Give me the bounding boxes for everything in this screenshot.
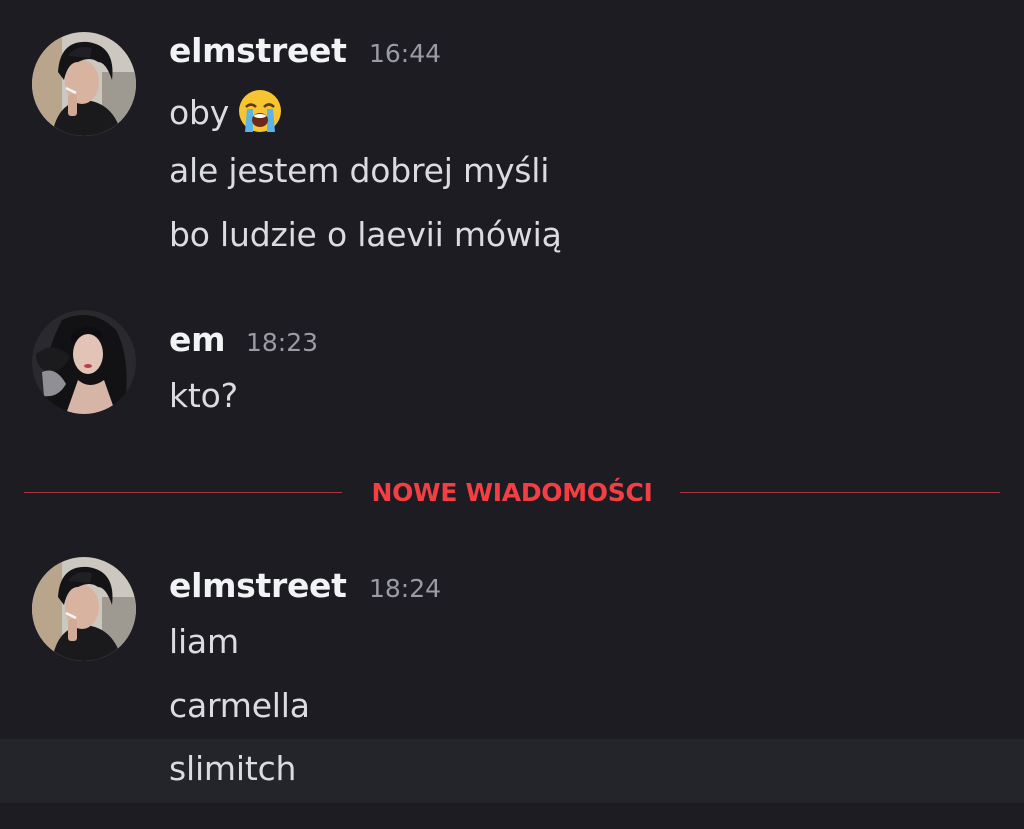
avatar[interactable] — [32, 32, 136, 136]
avatar[interactable] — [32, 310, 136, 414]
username[interactable]: elmstreet — [169, 566, 347, 605]
message-text: oby — [169, 88, 283, 142]
username[interactable]: em — [169, 320, 225, 359]
woman-portrait-avatar — [32, 310, 136, 414]
divider-line-right — [680, 492, 1000, 493]
avatar[interactable] — [32, 557, 136, 661]
message-line: carmella — [169, 686, 310, 725]
message-line: oby — [169, 93, 230, 132]
timestamp: 18:23 — [246, 328, 319, 357]
message-line: liam — [169, 622, 239, 661]
message-line: kto? — [169, 376, 238, 415]
message-line: bo ludzie o laevii mówią — [169, 215, 562, 254]
hovered-message-row[interactable] — [0, 739, 1024, 803]
man-smoking-avatar — [32, 32, 136, 136]
chat-message-list: elmstreet 16:44 oby ale jestem dobrej my… — [0, 0, 1024, 829]
timestamp: 18:24 — [369, 574, 442, 603]
loudly-crying-face-icon — [237, 88, 283, 142]
message-line: slimitch — [169, 749, 297, 788]
man-smoking-avatar — [32, 557, 136, 661]
timestamp: 16:44 — [369, 39, 442, 68]
username[interactable]: elmstreet — [169, 31, 347, 70]
message-line: ale jestem dobrej myśli — [169, 151, 550, 190]
